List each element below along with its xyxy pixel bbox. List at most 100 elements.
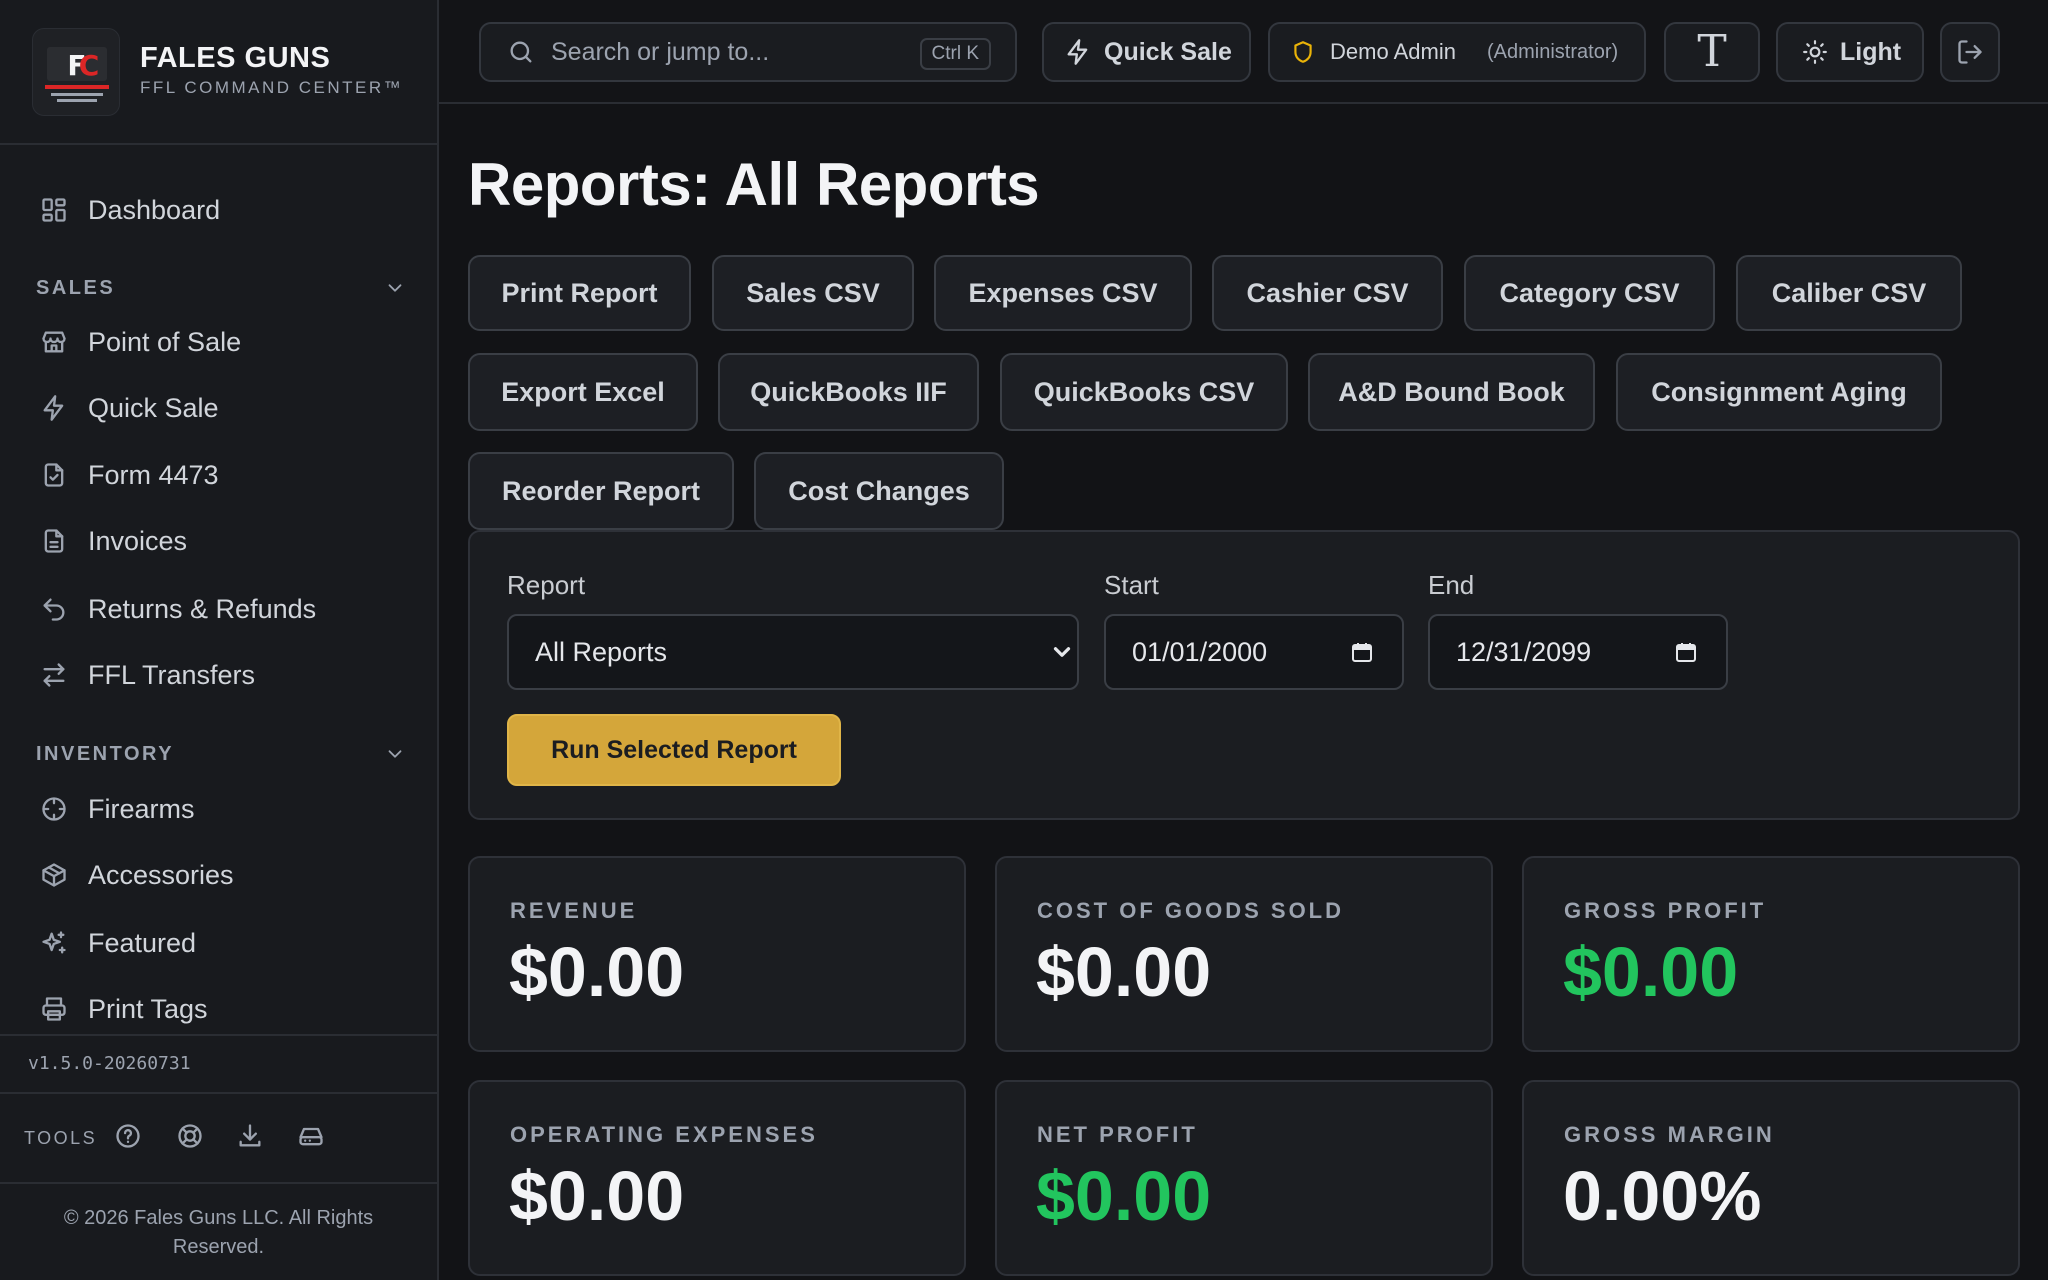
lifebuoy-icon[interactable] (176, 1122, 204, 1150)
search-placeholder: Search or jump to... (551, 37, 770, 66)
quick-sale-label: Quick Sale (1104, 37, 1232, 66)
keyboard-shortcut-badge: Ctrl K (919, 38, 991, 70)
file-text-icon (40, 527, 68, 555)
metric-card-cogs: COST OF GOODS SOLD $0.00 (995, 856, 1493, 1052)
font-icon: T (1697, 26, 1727, 77)
user-name: Demo Admin (1330, 39, 1456, 64)
start-date-value: 01/01/2000 (1132, 636, 1268, 667)
sidebar: F C FALES GUNS FFL COMMAND CENTER™ Dashb… (0, 0, 439, 1280)
sidebar-item-dashboard[interactable]: Dashboard (0, 182, 437, 238)
sidebar-item-point-of-sale[interactable]: Point of Sale (0, 314, 437, 370)
print-report-button[interactable]: Print Report (468, 255, 691, 331)
logout-icon (1956, 38, 1984, 66)
end-date-input[interactable]: 12/31/2099 (1428, 614, 1728, 690)
start-date-input[interactable]: 01/01/2000 (1104, 614, 1404, 690)
metric-label: GROSS MARGIN (1564, 1122, 1775, 1147)
sidebar-item-accessories[interactable]: Accessories (0, 847, 437, 903)
chevron-down-icon (384, 277, 406, 299)
bolt-icon (1064, 38, 1092, 66)
sidebar-item-quick-sale[interactable]: Quick Sale (0, 380, 437, 436)
ad-bound-book-button[interactable]: A&D Bound Book (1308, 353, 1595, 431)
sidebar-item-label: Accessories (88, 859, 234, 890)
metric-value: $0.00 (1036, 933, 1212, 1011)
logout-button[interactable] (1940, 22, 2000, 82)
section-sales-toggle[interactable]: SALES (36, 268, 406, 308)
brand-logo[interactable]: F C (32, 28, 120, 116)
sidebar-item-featured[interactable]: Featured (0, 915, 437, 971)
sidebar-item-label: Returns & Refunds (88, 593, 317, 624)
arrows-icon (40, 661, 68, 689)
metric-card-revenue: REVENUE $0.00 (468, 856, 966, 1052)
grid-icon (40, 196, 68, 224)
sales-csv-button[interactable]: Sales CSV (712, 255, 914, 331)
copyright: © 2026 Fales Guns LLC. All Rights Reserv… (63, 1207, 374, 1258)
calendar-icon[interactable] (1674, 640, 1698, 664)
quickbooks-csv-button[interactable]: QuickBooks CSV (1000, 353, 1288, 431)
help-icon[interactable] (114, 1122, 142, 1150)
metric-value: $0.00 (1036, 1157, 1212, 1235)
metric-value: 0.00% (1563, 1157, 1762, 1235)
sidebar-item-firearms[interactable]: Firearms (0, 781, 437, 837)
end-label: End (1428, 570, 1475, 600)
report-select[interactable]: All Reports (507, 614, 1079, 690)
metric-label: OPERATING EXPENSES (510, 1122, 818, 1147)
page-title: Reports: All Reports (468, 151, 1040, 218)
printer-icon (40, 995, 68, 1023)
sidebar-item-label: Dashboard (88, 194, 221, 225)
hard-drive-icon[interactable] (297, 1122, 325, 1150)
cost-changes-button[interactable]: Cost Changes (754, 452, 1004, 530)
metric-card-operating-expenses: OPERATING EXPENSES $0.00 (468, 1080, 966, 1276)
file-check-icon (40, 461, 68, 489)
cashier-csv-button[interactable]: Cashier CSV (1212, 255, 1443, 331)
metric-value: $0.00 (509, 933, 685, 1011)
user-menu[interactable]: Demo Admin (Administrator) (1268, 22, 1646, 82)
search-box[interactable]: Search or jump to... Ctrl K (479, 22, 1017, 82)
tools-label: TOOLS (24, 1128, 98, 1148)
download-icon[interactable] (236, 1122, 264, 1150)
caliber-csv-button[interactable]: Caliber CSV (1736, 255, 1962, 331)
reorder-report-button[interactable]: Reorder Report (468, 452, 734, 530)
sidebar-item-label: Firearms (88, 793, 195, 824)
sidebar-item-label: Point of Sale (88, 326, 242, 357)
metric-card-net-profit: NET PROFIT $0.00 (995, 1080, 1493, 1276)
quickbooks-iif-button[interactable]: QuickBooks IIF (718, 353, 979, 431)
sidebar-item-form-4473[interactable]: Form 4473 (0, 447, 437, 503)
calendar-icon[interactable] (1350, 640, 1374, 664)
undo-icon (40, 595, 68, 623)
metric-value: $0.00 (509, 1157, 685, 1235)
run-selected-report-button[interactable]: Run Selected Report (507, 714, 841, 786)
report-filter-panel: Report All Reports Start 01/01/2000 End … (468, 530, 2020, 820)
quick-sale-button[interactable]: Quick Sale (1042, 22, 1251, 82)
svg-text:C: C (79, 49, 100, 82)
sidebar-item-label: FFL Transfers (88, 659, 256, 690)
version-text: v1.5.0-20260731 (28, 1053, 191, 1074)
sidebar-item-returns-refunds[interactable]: Returns & Refunds (0, 581, 437, 637)
sidebar-item-label: Featured (88, 927, 197, 958)
font-size-button[interactable]: T (1664, 22, 1760, 82)
metric-card-gross-margin: GROSS MARGIN 0.00% (1522, 1080, 2020, 1276)
sidebar-item-label: Quick Sale (88, 392, 219, 423)
chevron-down-icon (1049, 639, 1075, 665)
sidebar-item-label: Form 4473 (88, 459, 219, 490)
sidebar-item-ffl-transfers[interactable]: FFL Transfers (0, 647, 437, 703)
expenses-csv-button[interactable]: Expenses CSV (934, 255, 1192, 331)
section-inventory-toggle[interactable]: INVENTORY (36, 734, 406, 774)
metric-card-gross-profit: GROSS PROFIT $0.00 (1522, 856, 2020, 1052)
theme-toggle-button[interactable]: Light (1776, 22, 1924, 82)
sidebar-item-print-tags[interactable]: Print Tags (0, 981, 437, 1030)
consignment-aging-button[interactable]: Consignment Aging (1616, 353, 1942, 431)
metric-label: GROSS PROFIT (1564, 898, 1767, 923)
sparkles-icon (40, 929, 68, 957)
sidebar-item-label: Invoices (88, 525, 188, 556)
chevron-down-icon (384, 743, 406, 765)
section-title: SALES (36, 276, 116, 299)
metric-label: NET PROFIT (1037, 1122, 1198, 1147)
category-csv-button[interactable]: Category CSV (1464, 255, 1715, 331)
brand-subtitle: FFL COMMAND CENTER™ (140, 78, 404, 97)
sidebar-item-invoices[interactable]: Invoices (0, 513, 437, 569)
metric-value: $0.00 (1563, 933, 1739, 1011)
report-select-value: All Reports (535, 636, 668, 667)
end-date-value: 12/31/2099 (1456, 636, 1592, 667)
export-excel-button[interactable]: Export Excel (468, 353, 698, 431)
start-label: Start (1104, 570, 1159, 600)
